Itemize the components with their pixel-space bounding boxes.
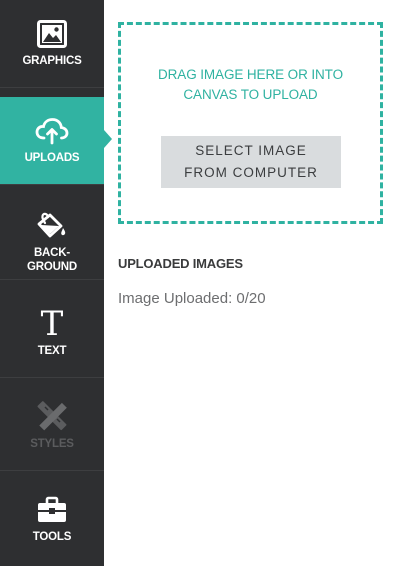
text-t-glyph: T [40,304,64,344]
sidebar-item-label: STYLES [30,438,74,450]
upload-dropzone[interactable]: DRAG IMAGE HERE OR INTO CANVAS TO UPLOAD… [118,22,383,224]
sidebar-item-uploads[interactable]: UPLOADS [0,97,112,185]
pencil-ruler-icon [32,399,72,435]
app-window: GRAPHICS UPLOADS BACK- GROUND T TEXT STY… [0,0,395,574]
sidebar-item-label: TOOLS [32,531,72,543]
dropzone-instruction: DRAG IMAGE HERE OR INTO CANVAS TO UPLOAD [158,67,343,102]
sidebar-item-graphics[interactable]: GRAPHICS [0,0,104,88]
upload-count-text: Image Uploaded: 0/20 [118,290,266,307]
toolbox-icon [32,492,72,528]
sidebar-item-background[interactable]: BACK- GROUND [0,192,104,280]
sidebar-item-styles[interactable]: STYLES [0,383,104,471]
sidebar: GRAPHICS UPLOADS BACK- GROUND T TEXT STY… [0,0,112,566]
text-t-icon: T [32,306,72,342]
sidebar-item-text[interactable]: T TEXT [0,290,104,378]
image-icon [32,16,72,52]
sidebar-item-label: TEXT [37,345,67,357]
sidebar-item-label: BACK- GROUND [27,247,77,273]
sidebar-item-label: GRAPHICS [22,55,82,67]
uploaded-images-heading: UPLOADED IMAGES [118,256,243,271]
paint-bucket-icon [32,208,72,244]
select-image-button-label: SELECT IMAGE FROM COMPUTER [184,143,318,180]
cloud-upload-icon [32,113,72,149]
sidebar-item-label: UPLOADS [24,152,80,164]
sidebar-item-tools[interactable]: TOOLS [0,476,104,564]
select-image-button[interactable]: SELECT IMAGE FROM COMPUTER [161,136,341,188]
